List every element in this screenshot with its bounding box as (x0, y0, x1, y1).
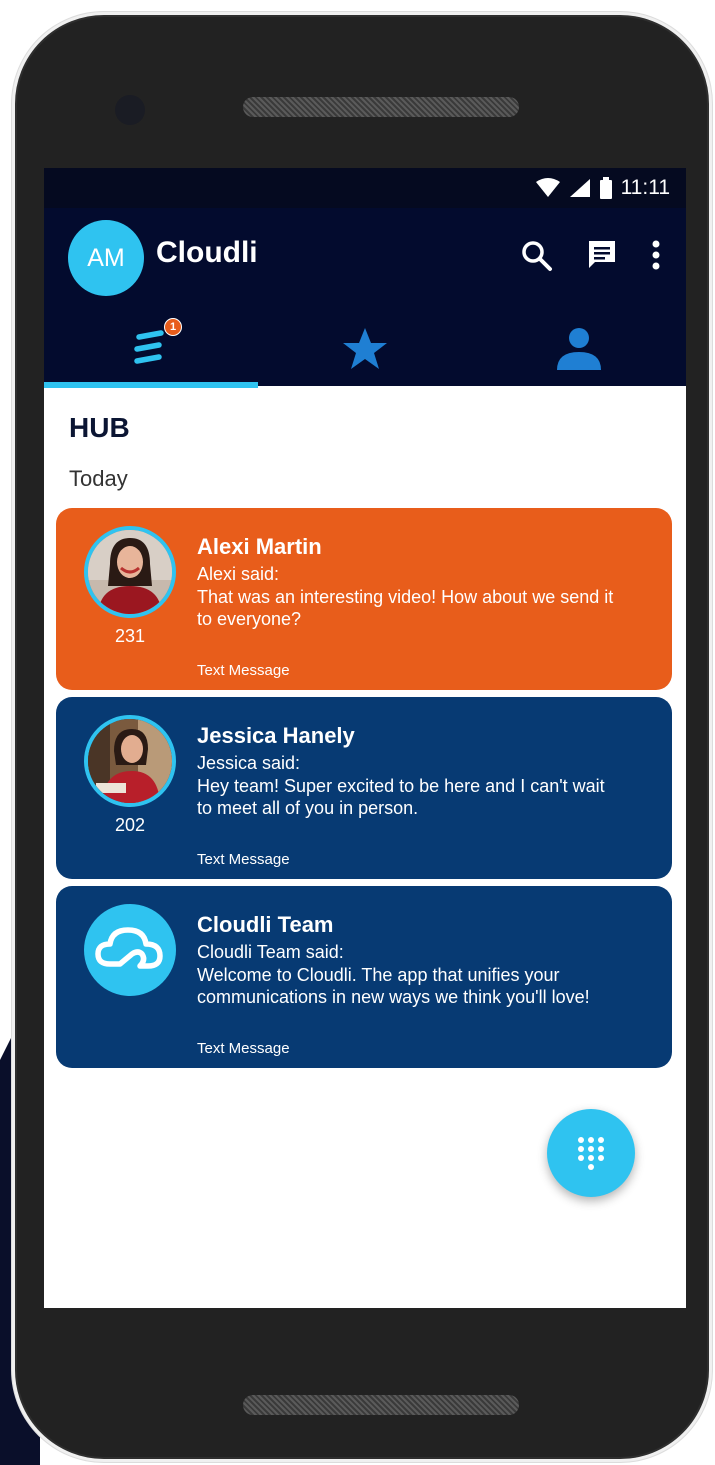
more-options-icon[interactable] (649, 238, 663, 272)
message-card[interactable]: 202 Jessica Hanely Jessica said: Hey tea… (56, 697, 672, 879)
selected-tab-indicator (44, 382, 258, 388)
search-icon[interactable] (519, 238, 553, 272)
alexi-photo (88, 530, 172, 614)
profile-avatar[interactable]: AM (68, 220, 144, 296)
app-bar: AM Cloudli 1 (44, 208, 686, 388)
contact-count: 231 (114, 626, 146, 646)
jessica-photo (88, 719, 172, 803)
message-said: Alexi said: (197, 564, 280, 584)
bottom-speaker (243, 1395, 519, 1415)
message-said: Cloudli Team said: (197, 942, 344, 962)
battery-icon (599, 177, 612, 199)
message-preview: Hey team! Super excited to be here and I… (197, 776, 605, 818)
star-icon (343, 328, 387, 369)
message-preview: That was an interesting video! How about… (197, 587, 614, 629)
signal-icon (569, 179, 590, 197)
dialpad-button[interactable] (547, 1109, 635, 1197)
avatar-initials: AM (87, 243, 125, 272)
top-speaker (243, 97, 519, 117)
page-title: HUB (69, 412, 130, 443)
status-time: 11:11 (620, 176, 670, 199)
app-title: Cloudli (156, 236, 258, 269)
notification-badge: 1 (164, 318, 182, 336)
contact-name: Jessica Hanely (197, 723, 355, 748)
message-said: Jessica said: (197, 753, 301, 773)
front-camera (115, 95, 145, 125)
chat-icon[interactable] (586, 238, 618, 272)
message-type: Text Message (197, 662, 290, 679)
status-bar: 11:11 (44, 168, 686, 208)
message-type: Text Message (197, 1040, 290, 1057)
phone-screen: 11:11 AM Cloudli 1 HUB Today 231 Alexi M… (44, 168, 686, 1308)
tab-hub[interactable]: 1 (44, 310, 258, 388)
contact-avatar (84, 904, 176, 996)
dialpad-icon (578, 1137, 604, 1170)
wifi-icon (535, 178, 560, 197)
contact-avatar (84, 715, 176, 807)
tab-favorites[interactable] (258, 310, 472, 388)
tab-bar: 1 (44, 310, 686, 388)
message-card[interactable]: 231 Alexi Martin Alexi said: That was an… (56, 508, 672, 690)
message-preview: Welcome to Cloudli. The app that unifies… (197, 965, 590, 1007)
person-icon (557, 328, 601, 370)
contact-name: Cloudli Team (197, 912, 334, 937)
contact-avatar (84, 526, 176, 618)
section-label: Today (69, 466, 128, 491)
message-type: Text Message (197, 851, 290, 868)
contact-name: Alexi Martin (197, 534, 322, 559)
message-card[interactable]: Cloudli Team Cloudli Team said: Welcome … (56, 886, 672, 1068)
hub-lines-icon (134, 330, 164, 364)
contact-count: 202 (114, 815, 146, 835)
cloud-logo-icon (95, 927, 163, 969)
tab-contacts[interactable] (472, 310, 686, 388)
